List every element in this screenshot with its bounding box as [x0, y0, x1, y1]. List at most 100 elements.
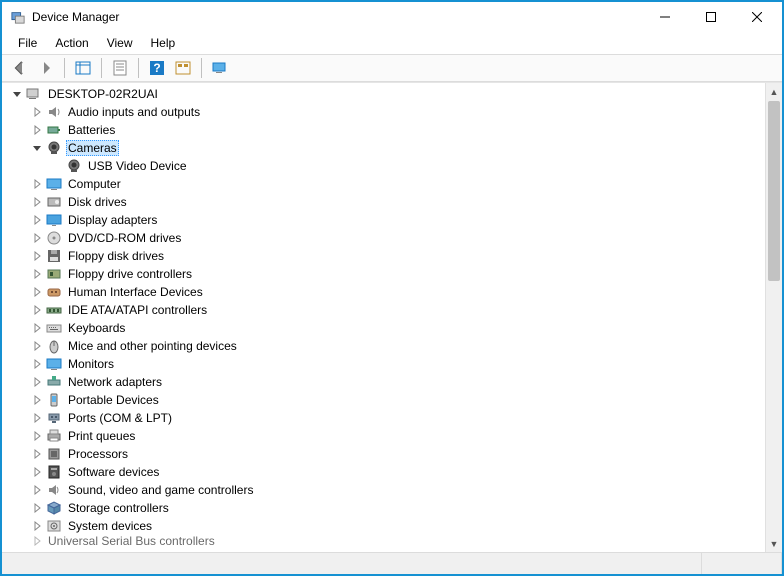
toolbar-show-hidden-button[interactable] — [171, 57, 195, 79]
device-tree[interactable]: DESKTOP-02R2UAI Audio inputs and outputs B… — [2, 83, 765, 552]
floppy-icon — [46, 248, 62, 264]
tree-category-network[interactable]: Network adapters — [6, 373, 765, 391]
tree-category-monitor[interactable]: Monitors — [6, 355, 765, 373]
tree-category-label: Monitors — [66, 357, 116, 371]
display-icon — [46, 212, 62, 228]
tree-category-battery[interactable]: Batteries — [6, 121, 765, 139]
tree-category-disk[interactable]: Disk drives — [6, 193, 765, 211]
monitor-icon — [46, 176, 62, 192]
expand-icon[interactable] — [30, 501, 44, 515]
expand-icon[interactable] — [30, 285, 44, 299]
tree-category-label: Audio inputs and outputs — [66, 105, 202, 119]
toolbar-back-button[interactable] — [8, 57, 32, 79]
toolbar-scan-hardware-button[interactable] — [208, 57, 232, 79]
tree-category-audio[interactable]: Audio inputs and outputs — [6, 103, 765, 121]
maximize-button[interactable] — [688, 2, 734, 32]
tree-category-port[interactable]: Ports (COM & LPT) — [6, 409, 765, 427]
expand-icon[interactable] — [30, 339, 44, 353]
mouse-icon — [46, 338, 62, 354]
tree-category-floppy-ctrl[interactable]: Floppy drive controllers — [6, 265, 765, 283]
scroll-down-button[interactable]: ▼ — [766, 535, 782, 552]
expand-icon[interactable] — [30, 519, 44, 533]
expand-icon[interactable] — [30, 393, 44, 407]
expand-icon[interactable] — [30, 249, 44, 263]
tree-category-label: Processors — [66, 447, 130, 461]
tree-category-label: Disk drives — [66, 195, 129, 209]
expand-icon[interactable] — [30, 447, 44, 461]
tree-category-label: Batteries — [66, 123, 117, 137]
titlebar[interactable]: Device Manager — [2, 2, 782, 32]
cpu-icon — [46, 446, 62, 462]
expand-icon[interactable] — [30, 213, 44, 227]
tree-category-camera[interactable]: Cameras — [6, 139, 765, 157]
toolbar-forward-button[interactable] — [34, 57, 58, 79]
tree-category-mouse[interactable]: Mice and other pointing devices — [6, 337, 765, 355]
tree-category-software[interactable]: Software devices — [6, 463, 765, 481]
tree-category-keyboard[interactable]: Keyboards — [6, 319, 765, 337]
close-button[interactable] — [734, 2, 780, 32]
expand-icon[interactable] — [30, 535, 44, 547]
expand-icon[interactable] — [30, 411, 44, 425]
expand-icon[interactable] — [30, 303, 44, 317]
menu-file[interactable]: File — [10, 34, 45, 52]
expand-icon[interactable] — [30, 177, 44, 191]
network-icon — [46, 374, 62, 390]
menu-view[interactable]: View — [99, 34, 141, 52]
expand-icon[interactable] — [30, 231, 44, 245]
tree-category-label: Sound, video and game controllers — [66, 483, 255, 497]
tree-category-label: Human Interface Devices — [66, 285, 205, 299]
keyboard-icon — [46, 320, 62, 336]
tree-category-cpu[interactable]: Processors — [6, 445, 765, 463]
system-icon — [46, 518, 62, 534]
tree-category-portable[interactable]: Portable Devices — [6, 391, 765, 409]
audio-icon — [46, 104, 62, 120]
collapse-icon[interactable] — [30, 141, 44, 155]
tree-category-display[interactable]: Display adapters — [6, 211, 765, 229]
tree-device-camera[interactable]: USB Video Device — [6, 157, 765, 175]
menu-help[interactable]: Help — [143, 34, 184, 52]
tree-category-dvd[interactable]: DVD/CD-ROM drives — [6, 229, 765, 247]
tree-category-storage[interactable]: Storage controllers — [6, 499, 765, 517]
tree-category-label: Floppy drive controllers — [66, 267, 194, 281]
monitor-icon — [46, 356, 62, 372]
collapse-icon[interactable] — [10, 87, 24, 101]
expand-icon[interactable] — [30, 465, 44, 479]
expand-icon[interactable] — [30, 375, 44, 389]
expand-icon[interactable] — [30, 195, 44, 209]
tree-category-system[interactable]: System devices — [6, 517, 765, 535]
tree-category-sound[interactable]: Sound, video and game controllers — [6, 481, 765, 499]
expand-icon[interactable] — [30, 123, 44, 137]
toolbar: ? — [2, 54, 782, 82]
window-title: Device Manager — [32, 10, 642, 24]
hid-icon — [46, 284, 62, 300]
tree-category-label: Software devices — [66, 465, 161, 479]
expand-icon[interactable] — [30, 105, 44, 119]
statusbar — [2, 552, 782, 574]
expand-icon[interactable] — [30, 429, 44, 443]
expand-icon[interactable] — [30, 357, 44, 371]
vertical-scrollbar[interactable]: ▲ ▼ — [765, 83, 782, 552]
expand-icon[interactable] — [30, 321, 44, 335]
tree-category-label: Mice and other pointing devices — [66, 339, 239, 353]
tree-category-printer[interactable]: Print queues — [6, 427, 765, 445]
minimize-button[interactable] — [642, 2, 688, 32]
storage-icon — [46, 500, 62, 516]
toolbar-separator — [201, 58, 202, 78]
tree-category-usb[interactable]: Universal Serial Bus controllers — [6, 535, 765, 547]
tree-category-hid[interactable]: Human Interface Devices — [6, 283, 765, 301]
scroll-thumb[interactable] — [768, 101, 780, 281]
toolbar-properties-button[interactable] — [108, 57, 132, 79]
tree-category-ide[interactable]: IDE ATA/ATAPI controllers — [6, 301, 765, 319]
toolbar-show-hide-console-tree-button[interactable] — [71, 57, 95, 79]
scroll-up-button[interactable]: ▲ — [766, 83, 782, 100]
expand-icon[interactable] — [30, 483, 44, 497]
tree-category-label: DVD/CD-ROM drives — [66, 231, 183, 245]
tree-root[interactable]: DESKTOP-02R2UAI — [6, 85, 765, 103]
menu-action[interactable]: Action — [47, 34, 96, 52]
disk-icon — [46, 194, 62, 210]
tree-category-monitor[interactable]: Computer — [6, 175, 765, 193]
tree-category-label: Ports (COM & LPT) — [66, 411, 174, 425]
toolbar-help-button[interactable]: ? — [145, 57, 169, 79]
expand-icon[interactable] — [30, 267, 44, 281]
tree-category-floppy[interactable]: Floppy disk drives — [6, 247, 765, 265]
